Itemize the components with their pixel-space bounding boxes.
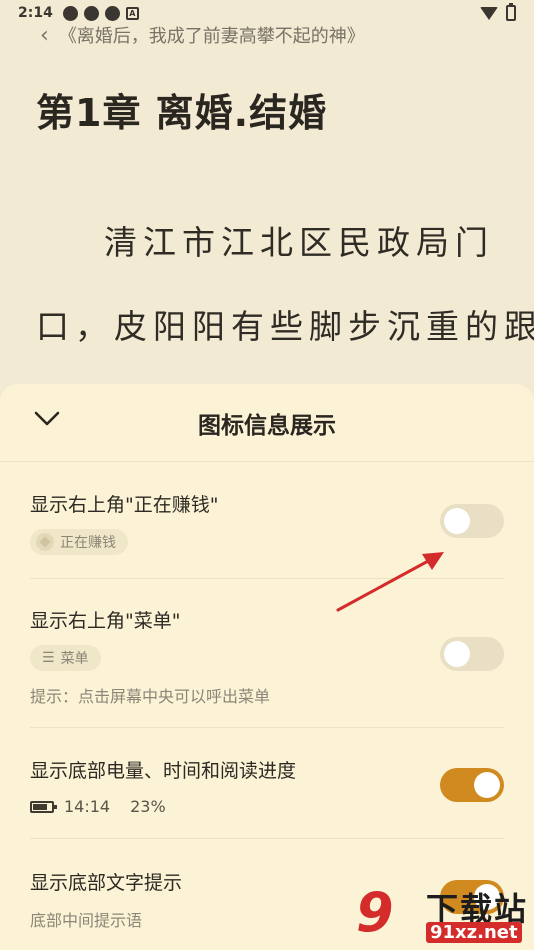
- book-title: 《离婚后，我成了前妻高攀不起的神》: [58, 26, 365, 47]
- reader-header[interactable]: ‹ 《离婚后，我成了前妻高攀不起的神》: [40, 22, 365, 48]
- watermark-url: 91xz.net: [426, 922, 522, 943]
- red-arrow-annotation: [336, 552, 444, 612]
- setting-label: 显示右上角"正在赚钱": [30, 494, 219, 516]
- battery-icon: [506, 3, 516, 21]
- preview-progress: 23%: [130, 797, 166, 816]
- status-preview: 14:14 23%: [30, 797, 504, 816]
- paragraph-line: 清江市江北区民政局门: [104, 223, 494, 262]
- chip-label: 菜单: [60, 651, 89, 667]
- toggle-knob: [444, 508, 470, 534]
- battery-icon: [30, 800, 57, 813]
- app-notification-icon: [62, 5, 78, 21]
- setting-hint: 提示：点击屏幕中央可以呼出菜单: [30, 687, 271, 706]
- divider: [30, 838, 504, 839]
- divider: [30, 727, 504, 728]
- setting-label: 显示底部电量、时间和阅读进度: [30, 760, 297, 782]
- wifi-icon: [480, 6, 498, 20]
- earning-toggle[interactable]: [440, 504, 504, 538]
- bottom-status-toggle[interactable]: [440, 768, 504, 802]
- chapter-title: 第1章 离婚.结婚: [36, 91, 328, 135]
- paragraph-line: 口，皮阳阳有些脚步沉重的跟: [36, 307, 534, 346]
- sheet-header: 图标信息展示: [0, 384, 534, 462]
- app-notification-icon: [104, 5, 120, 21]
- preview-time: 14:14: [64, 797, 111, 816]
- a-badge-icon: A: [125, 6, 139, 20]
- toggle-knob: [444, 641, 470, 667]
- chevron-down-icon[interactable]: [34, 411, 60, 433]
- chip-label: 正在赚钱: [60, 535, 116, 551]
- diamond-icon: [36, 533, 54, 551]
- sheet-title: 图标信息展示: [198, 412, 336, 439]
- menu-lines-icon: ☰: [42, 650, 55, 666]
- setting-bottom-status: 显示底部电量、时间和阅读进度 14:14 23%: [30, 756, 504, 816]
- back-icon[interactable]: ‹: [40, 23, 49, 48]
- watermark-logo: 9 下载站 91xz.net: [356, 884, 528, 946]
- watermark-number: 9: [356, 881, 394, 944]
- notification-icons: A: [62, 5, 139, 21]
- system-icons: [480, 3, 516, 21]
- earning-chip-preview: 正在赚钱: [30, 529, 128, 555]
- app-notification-icon: [83, 5, 99, 21]
- menu-chip-preview: ☰ 菜单: [30, 645, 101, 671]
- setting-menu-indicator: 显示右上角"菜单" ☰ 菜单 提示：点击屏幕中央可以呼出菜单: [30, 606, 504, 707]
- menu-toggle[interactable]: [440, 637, 504, 671]
- toggle-knob: [474, 772, 500, 798]
- status-time: 2:14: [18, 5, 53, 21]
